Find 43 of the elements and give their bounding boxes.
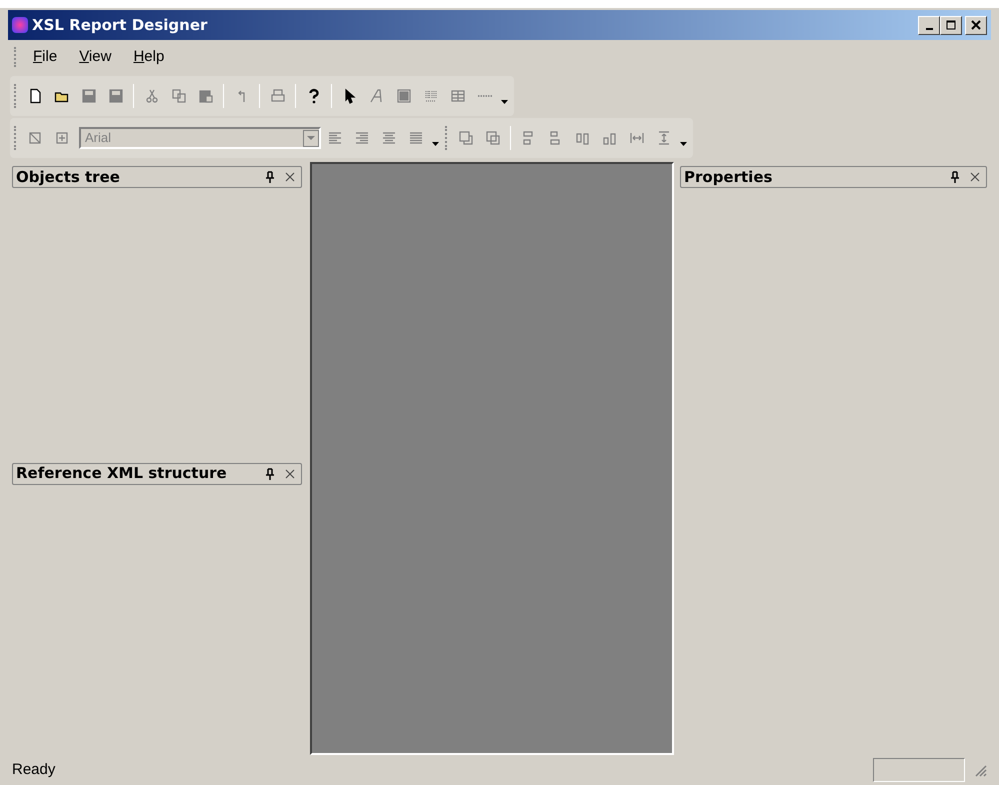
horizontal-spacing-icon	[628, 130, 644, 146]
status-text: Ready	[12, 760, 56, 780]
maximize-icon	[946, 20, 956, 30]
app-logo-icon	[12, 17, 28, 33]
pin-icon	[265, 171, 275, 183]
menu-item[interactable]: File	[23, 46, 68, 68]
printer-icon	[270, 88, 286, 104]
text-tool-icon	[368, 88, 384, 104]
panel-title: Objects tree	[16, 166, 121, 188]
close-icon	[971, 20, 981, 30]
align-center-icon	[380, 130, 396, 146]
close-icon	[285, 468, 295, 478]
close-button[interactable]	[965, 16, 987, 34]
caret-icon	[432, 142, 438, 146]
close-icon	[970, 172, 980, 182]
menu-item[interactable]: View	[69, 46, 122, 68]
expand-box-icon	[54, 130, 70, 146]
pin-icon	[950, 171, 960, 183]
bring-front-icon	[458, 130, 474, 146]
window-title: XSL Report Designer	[32, 14, 208, 36]
clipboard-icon	[198, 88, 214, 104]
justify-icon	[408, 130, 424, 146]
barcode-icon	[422, 88, 438, 104]
panel-title: Reference XML structure	[16, 463, 228, 484]
table-icon	[450, 88, 466, 104]
maximize-button[interactable]	[940, 16, 962, 34]
menu-item[interactable]: Help	[123, 46, 174, 68]
align-right-icon	[354, 130, 370, 146]
resize-grip-icon	[973, 763, 987, 777]
minimize-icon	[926, 28, 932, 30]
minimize-button[interactable]	[918, 16, 940, 34]
caret-icon	[500, 100, 508, 104]
caret-icon	[680, 142, 686, 146]
rectangle-icon	[396, 88, 412, 104]
crossed-box-icon	[26, 130, 42, 146]
scissors-icon	[144, 88, 160, 104]
send-back-icon	[484, 130, 500, 146]
dotted-line-icon	[478, 95, 492, 97]
align-left-icon	[326, 130, 342, 146]
copy-icon	[170, 88, 186, 104]
pin-icon	[265, 468, 275, 480]
close-icon	[285, 172, 295, 182]
panel-title: Properties	[684, 166, 774, 188]
